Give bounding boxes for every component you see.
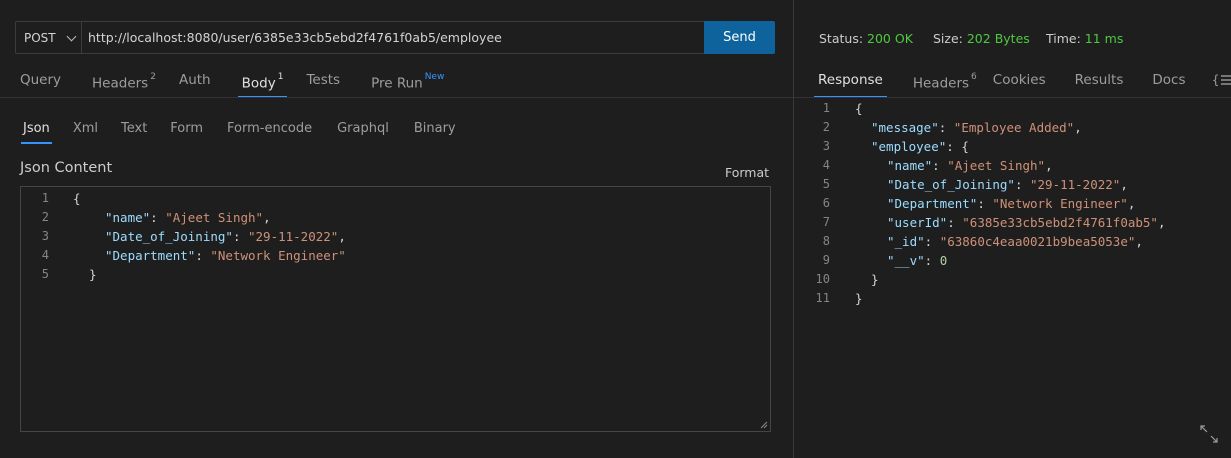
code-line: } <box>855 291 863 306</box>
code-line: "Date_of_Joining": "29-11-2022", <box>105 229 346 244</box>
line-number: 5 <box>41 267 49 281</box>
body-count-badge: 1 <box>277 72 284 82</box>
tab-tests[interactable]: Tests <box>306 66 340 94</box>
line-number: 7 <box>822 215 830 229</box>
status-info: Status: 200 OK <box>819 31 913 46</box>
subtab-graphql[interactable]: Graphql <box>337 121 389 136</box>
subtab-binary[interactable]: Binary <box>414 121 456 136</box>
tab-pre-run[interactable]: Pre Run New <box>371 66 444 94</box>
line-number: 11 <box>815 291 830 305</box>
new-badge: New <box>424 72 445 82</box>
code-line: "name": "Ajeet Singh", <box>887 158 1053 173</box>
url-input[interactable]: http://localhost:8080/user/6385e33cb5ebd… <box>88 22 502 53</box>
response-panel: Status: 200 OK Size: 202 Bytes Time: 11 … <box>794 0 1231 458</box>
subtab-json[interactable]: Json <box>21 121 52 144</box>
line-number: 2 <box>822 120 830 134</box>
code-line: "Department": "Network Engineer" <box>105 248 346 263</box>
tab-response[interactable]: Response <box>814 66 887 98</box>
response-tabs: Response Headers 6 Cookies Results Docs { <box>814 66 1231 98</box>
line-number: 1 <box>822 101 830 115</box>
line-number: 4 <box>822 158 830 172</box>
line-number: 3 <box>822 139 830 153</box>
line-number: 4 <box>41 248 49 262</box>
body-type-tabs: Json Xml Text Form Form-encode Graphql B… <box>21 121 456 144</box>
code-line: "name": "Ajeet Singh", <box>105 210 271 225</box>
tab-docs[interactable]: Docs <box>1152 66 1185 94</box>
code-line: "Date_of_Joining": "29-11-2022", <box>887 177 1128 192</box>
tab-results[interactable]: Results <box>1075 66 1124 94</box>
status-value: 200 OK <box>867 31 913 46</box>
json-format-icon[interactable]: { <box>1212 66 1231 94</box>
send-button[interactable]: Send <box>704 21 775 54</box>
line-number: 9 <box>822 253 830 267</box>
code-line: } <box>871 272 879 287</box>
svg-text:{: { <box>1212 73 1219 87</box>
time-value: 11 ms <box>1084 31 1124 46</box>
line-number: 6 <box>822 196 830 210</box>
tab-body[interactable]: Body 1 <box>237 66 288 98</box>
resize-handle-icon[interactable] <box>760 421 768 429</box>
tab-query[interactable]: Query <box>20 66 61 94</box>
response-tabs-divider <box>794 97 1231 98</box>
code-line: "Department": "Network Engineer", <box>887 196 1136 211</box>
tab-headers[interactable]: Headers 2 <box>92 66 156 94</box>
code-line: "message": "Employee Added", <box>871 120 1082 135</box>
tab-cookies[interactable]: Cookies <box>993 66 1046 94</box>
tab-response-headers[interactable]: Headers 6 <box>913 66 977 94</box>
tab-auth[interactable]: Auth <box>179 66 211 94</box>
code-line: { <box>73 191 81 206</box>
request-panel: POST http://localhost:8080/user/6385e33c… <box>0 0 793 458</box>
subtab-form[interactable]: Form <box>170 121 203 136</box>
code-line: "userId": "6385e33cb5ebd2f4761f0ab5", <box>887 215 1166 230</box>
headers-count-badge: 2 <box>150 72 156 82</box>
code-line: "_id": "63860c4eaa0021b9bea5053e", <box>887 234 1143 249</box>
code-line: { <box>855 101 863 116</box>
tabs-divider <box>0 97 793 98</box>
chevron-down-icon <box>66 31 77 42</box>
line-number: 3 <box>41 229 49 243</box>
line-number: 8 <box>822 234 830 248</box>
line-number: 2 <box>41 210 49 224</box>
code-line: "__v": 0 <box>887 253 948 268</box>
subtab-text[interactable]: Text <box>121 121 147 136</box>
url-bar: POST http://localhost:8080/user/6385e33c… <box>15 21 775 54</box>
size-value: 202 Bytes <box>966 31 1030 46</box>
json-body-editor[interactable]: 1 2 3 4 5 { "name": "Ajeet Singh", "Date… <box>20 186 771 432</box>
subtab-xml[interactable]: Xml <box>73 121 98 136</box>
line-number: 5 <box>822 177 830 191</box>
method-label: POST <box>24 30 56 45</box>
code-line: } <box>89 267 97 282</box>
time-info: Time: 11 ms <box>1046 31 1124 46</box>
response-headers-count-badge: 6 <box>971 72 977 82</box>
json-content-label: Json Content <box>20 160 113 176</box>
expand-icon[interactable] <box>1199 424 1219 444</box>
request-tabs: Query Headers 2 Auth Body 1 Tests Pre Run N… <box>20 66 444 98</box>
subtab-form-encode[interactable]: Form-encode <box>227 121 312 136</box>
line-number: 1 <box>41 191 49 205</box>
line-number: 10 <box>815 272 830 286</box>
size-info: Size: 202 Bytes <box>933 31 1030 46</box>
code-line: "employee": { <box>871 139 969 154</box>
method-select[interactable]: POST <box>16 22 82 53</box>
format-button[interactable]: Format <box>725 165 769 180</box>
